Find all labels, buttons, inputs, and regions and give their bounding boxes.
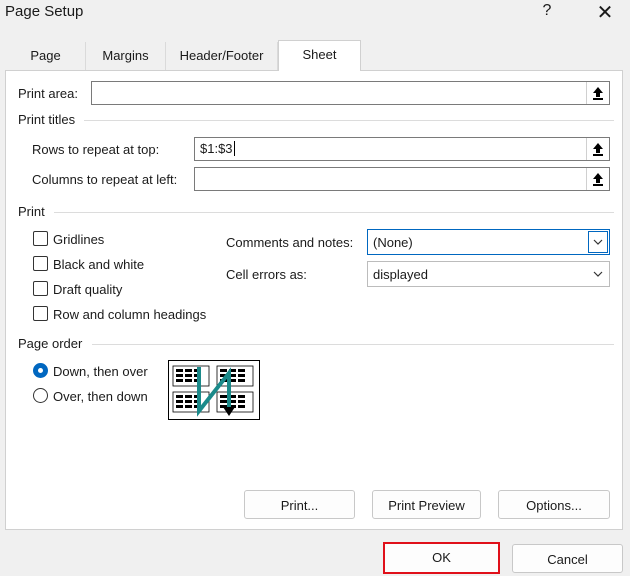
options-button[interactable]: Options... bbox=[498, 490, 610, 519]
over-then-down-radio[interactable] bbox=[33, 388, 48, 403]
print-area-input[interactable] bbox=[91, 81, 610, 105]
print-preview-button[interactable]: Print Preview bbox=[372, 490, 481, 519]
cell-errors-value: displayed bbox=[373, 267, 428, 282]
black-white-checkbox[interactable] bbox=[33, 256, 48, 271]
print-titles-divider bbox=[84, 120, 614, 121]
help-button[interactable]: ? bbox=[540, 2, 554, 20]
over-then-down-label[interactable]: Over, then down bbox=[53, 389, 148, 404]
tab-sheet[interactable]: Sheet bbox=[278, 40, 361, 71]
page-order-heading: Page order bbox=[18, 336, 83, 351]
comments-value: (None) bbox=[373, 235, 413, 250]
tab-margins[interactable]: Margins bbox=[86, 42, 166, 70]
page-order-divider bbox=[92, 344, 614, 345]
black-white-label[interactable]: Black and white bbox=[53, 257, 144, 272]
print-titles-heading: Print titles bbox=[18, 112, 76, 127]
upload-arrow-icon bbox=[592, 143, 603, 156]
gridlines-label[interactable]: Gridlines bbox=[53, 232, 104, 247]
print-button[interactable]: Print... bbox=[244, 490, 355, 519]
down-then-over-radio[interactable] bbox=[33, 363, 48, 378]
print-divider bbox=[54, 212, 614, 213]
rows-repeat-label: Rows to repeat at top: bbox=[32, 142, 160, 157]
gridlines-checkbox[interactable] bbox=[33, 231, 48, 246]
dialog-title: Page Setup bbox=[5, 3, 84, 20]
row-col-headings-label[interactable]: Row and column headings bbox=[53, 307, 206, 322]
close-button[interactable]: ✕ bbox=[596, 0, 614, 25]
text-caret bbox=[233, 141, 235, 156]
row-col-headings-checkbox[interactable] bbox=[33, 306, 48, 321]
chevron-down-icon bbox=[588, 263, 608, 285]
cell-errors-label: Cell errors as: bbox=[226, 267, 307, 282]
cancel-button[interactable]: Cancel bbox=[512, 544, 623, 573]
upload-arrow-icon bbox=[592, 173, 603, 186]
comments-label: Comments and notes: bbox=[226, 235, 354, 250]
draft-quality-label[interactable]: Draft quality bbox=[53, 282, 122, 297]
print-area-collapse-button[interactable] bbox=[586, 82, 608, 104]
ok-button[interactable]: OK bbox=[383, 542, 500, 574]
comments-select[interactable]: (None) bbox=[367, 229, 610, 255]
page-order-diagram-icon bbox=[172, 365, 254, 417]
rows-repeat-value: $1:$3 bbox=[200, 141, 233, 156]
cols-collapse-button[interactable] bbox=[586, 168, 608, 190]
rows-collapse-button[interactable] bbox=[586, 138, 608, 160]
print-area-label: Print area: bbox=[18, 86, 78, 101]
down-then-over-label[interactable]: Down, then over bbox=[53, 364, 148, 379]
cell-errors-select[interactable]: displayed bbox=[367, 261, 610, 287]
tab-page[interactable]: Page bbox=[6, 42, 86, 70]
print-heading: Print bbox=[18, 204, 45, 219]
rows-repeat-input[interactable]: $1:$3 bbox=[194, 137, 610, 161]
upload-arrow-icon bbox=[592, 87, 603, 100]
cols-repeat-input[interactable] bbox=[194, 167, 610, 191]
page-order-preview bbox=[168, 360, 260, 420]
draft-quality-checkbox[interactable] bbox=[33, 281, 48, 296]
cols-repeat-label: Columns to repeat at left: bbox=[32, 172, 178, 187]
chevron-down-icon bbox=[588, 231, 608, 253]
tab-header-footer[interactable]: Header/Footer bbox=[166, 42, 278, 70]
